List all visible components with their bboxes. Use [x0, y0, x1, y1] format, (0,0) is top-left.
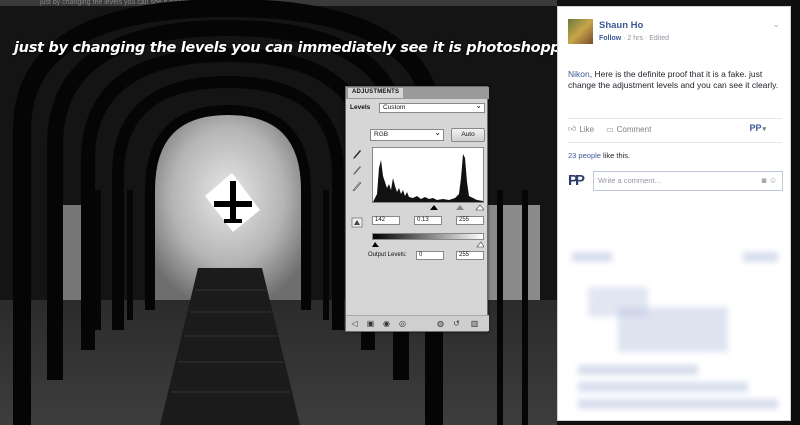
output-sliders[interactable]: [372, 241, 484, 248]
back-arrow-icon[interactable]: ◁: [350, 319, 359, 328]
panel-tab-bar: ADJUSTMENTS: [346, 87, 489, 99]
input-white-level[interactable]: 255: [456, 216, 484, 225]
gray-eyedropper-icon[interactable]: [352, 165, 362, 176]
commenter-avatar: PP: [568, 172, 585, 189]
post-meta: Follow · 2 hrs · Edited: [599, 35, 669, 42]
histogram: [372, 147, 484, 203]
like-button[interactable]: 👍︎ Like: [568, 124, 594, 134]
input-gamma-level[interactable]: 0.13: [414, 216, 442, 225]
output-levels-label: Output Levels:: [368, 252, 407, 258]
screenshot: just by changing the levels you can see …: [0, 0, 800, 425]
reset-icon[interactable]: ↺: [452, 319, 461, 328]
clip-mask-icon[interactable]: [351, 217, 363, 228]
adjustments-tab[interactable]: ADJUSTMENTS: [348, 88, 404, 98]
white-eyedropper-icon[interactable]: [352, 181, 362, 192]
page-identity-selector[interactable]: PP: [749, 123, 766, 133]
output-black-level[interactable]: 0: [416, 251, 444, 260]
expand-view-icon[interactable]: ▣: [366, 319, 375, 328]
comment-input[interactable]: Write a comment... ◙ ☺: [593, 171, 783, 191]
view-previous-icon[interactable]: ◍: [436, 319, 445, 328]
likes-suffix: like this.: [600, 151, 631, 160]
likes-summary: 23 people like this.: [568, 151, 630, 160]
author-name[interactable]: Shaun Ho: [599, 20, 643, 31]
post-body: Nikon, Here is the definite proof that i…: [568, 69, 786, 91]
comment-button[interactable]: ▭ Comment: [606, 124, 651, 134]
comment-placeholder: Write a comment...: [598, 176, 661, 185]
thumbs-up-icon: 👍︎: [568, 124, 577, 133]
output-white-level[interactable]: 255: [456, 251, 484, 260]
preset-select[interactable]: Custom: [379, 102, 485, 113]
trash-icon[interactable]: ▥: [470, 319, 479, 328]
panel-footer: ◁ ▣ ◉ ◎ ◍ ↺ ▥: [346, 315, 489, 331]
photo-caption: just by changing the levels you can imme…: [14, 40, 557, 56]
follow-link[interactable]: Follow: [599, 35, 621, 42]
window-edge: [791, 0, 800, 425]
facebook-post-panel: Shaun Ho Follow · 2 hrs · Edited ⌄ Nikon…: [557, 6, 791, 421]
auto-button[interactable]: Auto: [451, 128, 485, 142]
tagged-user[interactable]: Nikon: [568, 69, 590, 79]
post-actions: 👍︎ Like ▭ Comment: [568, 124, 651, 134]
comment-attachments: ◙ ☺: [762, 172, 777, 190]
post-timestamp[interactable]: 2 hrs: [627, 35, 643, 42]
visibility-eye-icon[interactable]: ◎: [398, 319, 407, 328]
author-avatar[interactable]: [568, 19, 593, 44]
emoji-icon[interactable]: ☺: [769, 176, 777, 185]
clip-layer-icon[interactable]: ◉: [382, 319, 391, 328]
input-black-level[interactable]: 142: [372, 216, 400, 225]
divider: [568, 142, 782, 143]
speech-bubble-icon: ▭: [606, 124, 614, 134]
edited-label[interactable]: Edited: [649, 35, 669, 42]
input-sliders[interactable]: [372, 203, 484, 211]
black-eyedropper-icon[interactable]: [352, 149, 362, 160]
levels-label: Levels: [350, 104, 371, 111]
post-options-chevron-icon[interactable]: ⌄: [772, 19, 780, 30]
likes-count-link[interactable]: 23 people: [568, 151, 601, 160]
output-gradient: [372, 233, 484, 240]
like-label: Like: [579, 124, 595, 134]
channel-select[interactable]: RGB: [370, 128, 444, 141]
comment-label: Comment: [616, 124, 652, 134]
post-text: , Here is the definite proof that it is …: [568, 69, 779, 90]
adjustments-panel: ADJUSTMENTS Levels Custom RGB Auto 142 0…: [345, 86, 489, 332]
divider: [568, 118, 782, 119]
camera-icon[interactable]: ◙: [762, 176, 767, 185]
